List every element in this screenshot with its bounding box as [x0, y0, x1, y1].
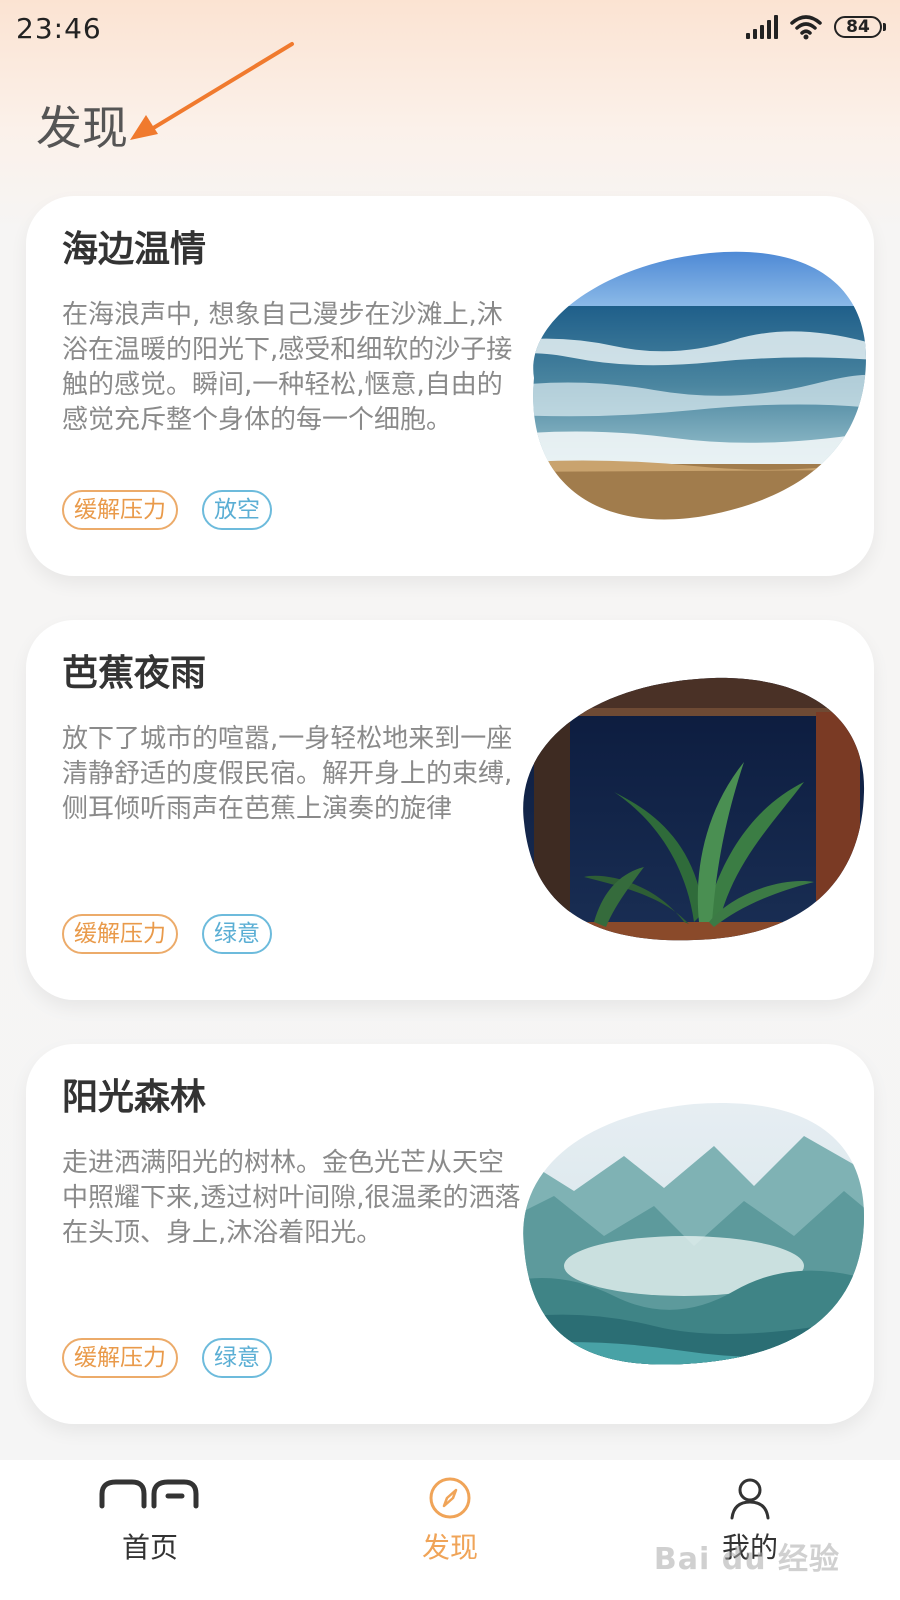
home-icon — [99, 1479, 199, 1509]
card-title: 阳光森林 — [62, 1077, 207, 1118]
tag-relax[interactable]: 放空 — [202, 490, 272, 530]
card-description: 放下了城市的喧嚣,一身轻松地来到一座清静舒适的度假民宿。解开身上的束缚,侧耳倾听… — [62, 724, 513, 824]
battery-level: 84 — [834, 16, 882, 38]
status-time: 23:46 — [16, 12, 102, 45]
nav-label-home: 首页 — [121, 1531, 178, 1564]
card-sunny-forest[interactable]: 阳光森林 走进洒满阳光的树林。金色光芒从天空中照耀下来,透过树叶间隙,很温柔的洒… — [26, 1044, 874, 1424]
card-image-forest — [523, 1102, 864, 1365]
signal-icon — [746, 15, 778, 39]
page-title: 发现 — [36, 101, 128, 155]
nav-label-discover: 发现 — [421, 1531, 478, 1564]
watermark-logo: Bai du 经验 — [653, 1542, 840, 1577]
wifi-icon — [790, 15, 822, 40]
status-bar: 23:46 84 — [0, 0, 900, 62]
nav-item-home[interactable]: 首页 — [0, 1460, 300, 1600]
card-tags: 缓解压力 绿意 — [62, 914, 272, 954]
card-banana-rain[interactable]: 芭蕉夜雨 放下了城市的喧嚣,一身轻松地来到一座清静舒适的度假民宿。解开身上的束缚… — [26, 620, 874, 1000]
card-title: 海边温情 — [62, 229, 207, 270]
tag-stress-relief[interactable]: 缓解压力 — [62, 1338, 178, 1378]
bottom-nav: 首页 发现 我的 — [0, 1460, 900, 1600]
card-description: 在海浪声中, 想象自己漫步在沙滩上,沐浴在温暖的阳光下,感受和细软的沙子接触的感… — [62, 300, 513, 435]
card-seaside[interactable]: 海边温情 在海浪声中, 想象自己漫步在沙滩上,沐浴在温暖的阳光下,感受和细软的沙… — [26, 196, 874, 576]
card-tags: 缓解压力 绿意 — [62, 1338, 272, 1378]
tag-greenery[interactable]: 绿意 — [202, 914, 272, 954]
tag-stress-relief[interactable]: 缓解压力 — [62, 914, 178, 954]
tag-greenery[interactable]: 绿意 — [202, 1338, 272, 1378]
tag-stress-relief[interactable]: 缓解压力 — [62, 490, 178, 530]
card-image-beach — [533, 251, 867, 520]
card-tags: 缓解压力 放空 — [62, 490, 272, 530]
nav-item-discover[interactable]: 发现 — [300, 1460, 600, 1600]
compass-icon — [429, 1477, 471, 1519]
battery-icon: 84 — [834, 16, 886, 38]
card-description: 走进洒满阳光的树林。金色光芒从天空中照耀下来,透过树叶间隙,很温柔的洒落在头顶、… — [62, 1148, 521, 1248]
card-title: 芭蕉夜雨 — [62, 653, 207, 694]
card-image-banana — [523, 677, 865, 941]
person-icon — [730, 1478, 770, 1520]
status-icons: 84 — [746, 14, 886, 40]
nav-item-mine[interactable]: 我的 — [600, 1460, 900, 1600]
